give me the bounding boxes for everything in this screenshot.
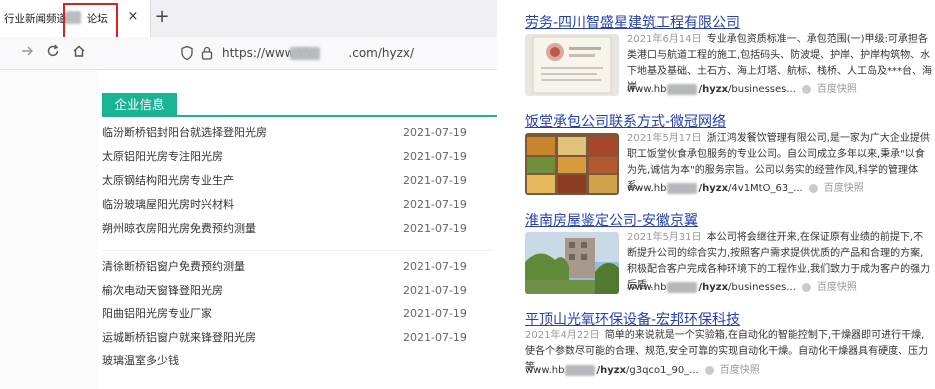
- section-divider: [102, 115, 497, 117]
- browser-window: 行业新闻频道- 论坛 × + https://www.hb .com/hyzx/ 企…: [0, 0, 497, 389]
- new-tab-icon[interactable]: +: [154, 8, 170, 26]
- news-date: 2021-07-19: [403, 222, 467, 235]
- news-date: 2021-07-19: [403, 284, 467, 297]
- news-date: 2021-07-19: [403, 307, 467, 320]
- result-title-link[interactable]: 饭堂承包公司联系方式-微冠网络: [525, 111, 726, 131]
- result-url[interactable]: www.hb/hyzx/businesses... 百度快照: [627, 83, 857, 97]
- redacted-text: [290, 47, 320, 60]
- snapshot-icon: [808, 183, 818, 193]
- news-item[interactable]: 榆次电动天窗锋登阳光房 2021-07-19: [102, 283, 492, 299]
- result-title-link[interactable]: 劳务-四川智盛星建筑工程有限公司: [525, 12, 740, 32]
- news-item[interactable]: 玻璃温室多少钱: [102, 353, 492, 369]
- news-item[interactable]: 临汾断桥铝封阳台就选择登阳光房 2021-07-19: [102, 125, 492, 141]
- news-date: 2021-07-19: [403, 331, 467, 344]
- news-title[interactable]: 运城断桥铝窗户就来锋登阳光房: [102, 330, 256, 346]
- section-tab-enterprise-info[interactable]: 企业信息: [102, 93, 177, 116]
- food-thumbnail[interactable]: [525, 133, 619, 195]
- page-margin: [0, 71, 98, 389]
- result-url[interactable]: www.hb/hyzx/g3qco1_90_... 百度快照: [525, 364, 760, 378]
- lock-icon[interactable]: [200, 45, 214, 61]
- building-thumbnail[interactable]: [525, 232, 619, 294]
- snapshot-icon: [801, 84, 811, 94]
- news-title[interactable]: 太原钢结构阳光房专业生产: [102, 173, 234, 189]
- tab-strip: 行业新闻频道- 论坛 × +: [0, 0, 497, 41]
- result-url[interactable]: www.hb/hyzx/businesses... 百度快照: [627, 281, 857, 295]
- news-date: 2021-07-19: [403, 198, 467, 211]
- news-title[interactable]: 朔州晾衣房阳光房免费预约测量: [102, 221, 256, 237]
- news-date: 2021-07-19: [403, 150, 467, 163]
- search-results: 劳务-四川智盛星建筑工程有限公司 2021年6月14日 专业承包资质标准一、承包…: [505, 0, 935, 389]
- forward-arrow-icon[interactable]: [20, 44, 34, 62]
- news-title[interactable]: 阳曲铝阳光房专业厂家: [102, 306, 212, 322]
- result-title-link[interactable]: 平顶山光氧环保设备-宏邦环保科技: [525, 309, 740, 329]
- news-title[interactable]: 玻璃温室多少钱: [102, 353, 179, 369]
- news-date: 2021-07-19: [403, 126, 467, 139]
- news-item[interactable]: 太原铝阳光房专注阳光房 2021-07-19: [102, 149, 492, 165]
- news-item[interactable]: 清徐断桥铝窗户免费预约测量 2021-07-19: [102, 259, 492, 275]
- news-date: 2021-07-19: [403, 174, 467, 187]
- result-title-link[interactable]: 淮南房屋鉴定公司-安徽京翼: [525, 210, 698, 230]
- home-icon[interactable]: [72, 44, 86, 62]
- news-item[interactable]: 朔州晾衣房阳光房免费预约测量 2021-07-19: [102, 221, 492, 237]
- news-title[interactable]: 太原铝阳光房专注阳光房: [102, 149, 223, 165]
- news-item[interactable]: 阳曲铝阳光房专业厂家 2021-07-19: [102, 306, 492, 322]
- annotation-highlight-box: [63, 3, 118, 41]
- news-item[interactable]: 运城断桥铝窗户就来锋登阳光房 2021-07-19: [102, 330, 492, 346]
- news-date: 2021-07-19: [403, 260, 467, 273]
- shield-icon[interactable]: [180, 45, 194, 61]
- news-title[interactable]: 榆次电动天窗锋登阳光房: [102, 283, 223, 299]
- news-title[interactable]: 清徐断桥铝窗户免费预约测量: [102, 259, 245, 275]
- result-url[interactable]: www.hb/hyzx/4v1MtO_63_... 百度快照: [627, 182, 864, 196]
- snapshot-icon: [704, 365, 714, 375]
- snapshot-icon: [801, 282, 811, 292]
- certificate-thumbnail[interactable]: [525, 34, 619, 96]
- close-tab-icon[interactable]: ×: [126, 9, 140, 25]
- news-title[interactable]: 临汾断桥铝封阳台就选择登阳光房: [102, 125, 267, 141]
- news-item[interactable]: 太原钢结构阳光房专业生产 2021-07-19: [102, 173, 492, 189]
- navigation-bar: https://www.hb .com/hyzx/: [0, 37, 497, 70]
- news-item[interactable]: 临汾玻璃屋阳光房时兴材料 2021-07-19: [102, 197, 492, 213]
- news-group-divider: [102, 250, 492, 251]
- reload-icon[interactable]: [46, 44, 60, 62]
- news-title[interactable]: 临汾玻璃屋阳光房时兴材料: [102, 197, 234, 213]
